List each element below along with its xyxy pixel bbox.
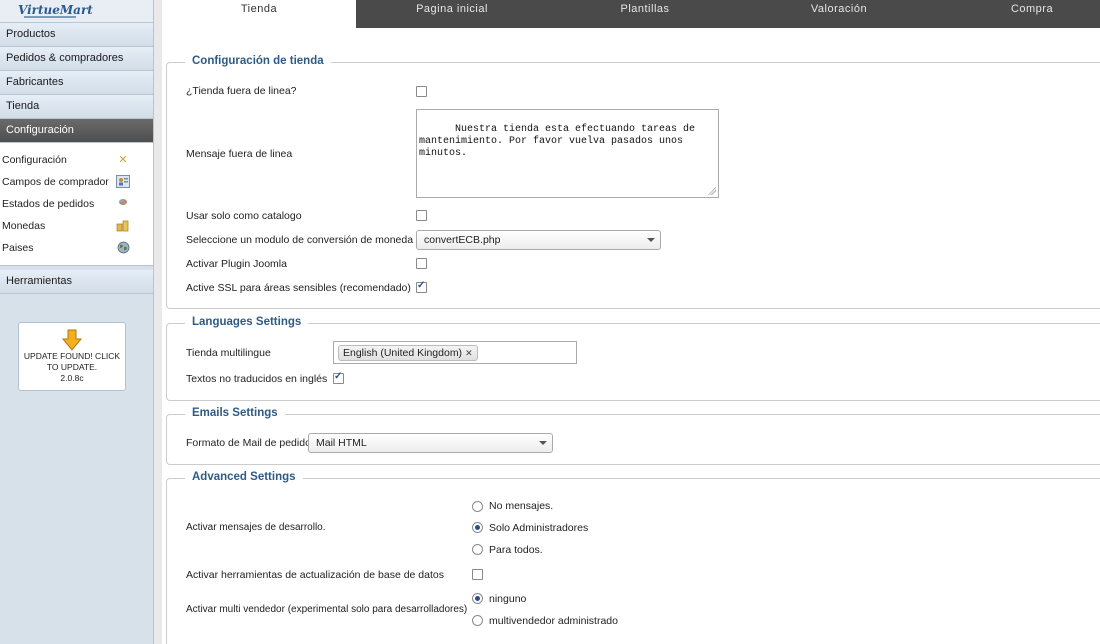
menu-item-herramientas[interactable]: Herramientas [0,270,153,294]
offline-message-label: Mensaje fuera de linea [186,148,293,160]
globe-icon [116,241,130,255]
coins-icon [116,219,130,233]
section-legend: Emails Settings [185,407,285,419]
menu-item-productos[interactable]: Productos [0,23,153,47]
db-tools-checkbox[interactable] [472,569,483,580]
shop-config-section: Configuración de tienda ¿Tienda fuera de… [166,55,1100,309]
menu-item-pedidos[interactable]: Pedidos & compradores [0,47,153,71]
multivendor-radio-0[interactable] [472,593,483,604]
section-legend: Advanced Settings [185,471,303,483]
logo-underline [24,16,76,18]
download-arrow-icon [62,329,82,351]
tab-valoracion[interactable]: Valoración [742,0,936,28]
submenu-label: Paises [2,242,34,254]
tab-bar: Tienda Pagina inicial Plantillas Valorac… [162,0,1100,28]
submenu-item-configuracion[interactable]: Configuración ✕ [0,149,153,171]
dev-option-radio-0[interactable] [472,501,483,512]
email-format-value: Mail HTML [316,437,367,449]
untranslated-checkbox[interactable] [333,371,344,384]
dev-messages-label: Activar mensajes de desarrollo. [186,522,326,533]
update-version: 2.0.8c [60,373,84,383]
tab-pagina-inicial[interactable]: Pagina inicial [356,0,548,28]
remove-tag-icon[interactable]: ✕ [465,348,473,358]
chevron-down-icon [539,441,547,445]
untranslated-label: Textos no traducidos en inglés [186,373,328,385]
catalog-label: Usar solo como catalogo [186,210,302,222]
submenu-label: Estados de pedidos [2,198,95,210]
tab-tienda[interactable]: Tienda [162,0,356,28]
multilingual-label: Tienda multilingue [186,347,271,359]
update-text-line1: UPDATE FOUND! CLICK [23,351,121,361]
section-legend: Languages Settings [185,316,309,328]
advanced-section: Advanced Settings Activar mensajes de de… [166,471,1100,644]
menu-item-configuracion[interactable]: Configuración [0,119,153,143]
multivendor-label: Activar multi vendedor (experimental sol… [186,604,468,615]
offline-checkbox[interactable] [416,86,427,97]
catalog-checkbox[interactable] [416,210,427,221]
submenu-label: Monedas [2,220,46,232]
submenu-item-monedas[interactable]: Monedas [0,215,153,237]
currency-module-label: Seleccione un modulo de conversión de mo… [186,234,414,246]
language-tag[interactable]: English (United Kingdom) ✕ [338,345,478,361]
multivendor-option-label-1: multivendedor administrado [489,615,618,627]
configuracion-submenu: Configuración ✕ Campos de comprador Esta… [0,143,153,266]
db-tools-label: Activar herramientas de actualización de… [186,569,444,581]
sidebar: VirtueMart Productos Pedidos & comprador… [0,0,154,644]
emails-section: Emails Settings Formato de Mail de pedid… [166,407,1100,465]
user-fields-icon [116,175,130,189]
currency-module-value: convertECB.php [424,234,501,246]
virtuemart-logo[interactable]: VirtueMart [18,3,93,17]
submenu-label: Campos de comprador [2,176,109,188]
multivendor-radio-1[interactable] [472,615,483,626]
joomla-plugin-checkbox[interactable] [416,258,427,269]
dev-option-label-0: No mensajes. [489,500,554,512]
update-text-line2: TO UPDATE. [46,362,98,372]
offline-message-text: Nuestra tienda esta efectuando tareas de… [419,124,696,159]
section-legend: Configuración de tienda [185,55,331,67]
update-notice-button[interactable]: UPDATE FOUND! CLICK TO UPDATE. 2.0.8c [18,322,126,391]
dev-option-label-1: Solo Administradores [489,522,589,534]
chevron-down-icon [647,238,655,242]
multivendor-option-label-0: ninguno [489,593,527,605]
submenu-item-paises[interactable]: Paises [0,237,153,259]
dev-option-radio-2[interactable] [472,544,483,555]
joomla-plugin-label: Activar Plugin Joomla [186,258,287,270]
currency-module-select[interactable]: convertECB.php [416,230,661,250]
submenu-label: Configuración [2,154,67,166]
tab-compra[interactable]: Compra [936,0,1100,28]
ssl-checkbox[interactable] [416,280,427,293]
offline-message-textarea[interactable]: Nuestra tienda esta efectuando tareas de… [416,109,719,198]
dev-option-label-2: Para todos. [489,544,543,556]
order-status-icon [116,197,130,211]
main-content: Configuración de tienda ¿Tienda fuera de… [162,28,1100,644]
tab-plantillas[interactable]: Plantillas [548,0,742,28]
menu-item-fabricantes[interactable]: Fabricantes [0,71,153,95]
language-tag-label: English (United Kingdom) [343,347,463,359]
tools-icon: ✕ [118,154,128,166]
email-format-label: Formato de Mail de pedido [186,437,311,449]
languages-section: Languages Settings Tienda multilingue En… [166,316,1100,401]
dev-option-radio-1[interactable] [472,522,483,533]
logo-area: VirtueMart [0,0,153,23]
email-format-select[interactable]: Mail HTML [308,433,553,453]
submenu-item-estados[interactable]: Estados de pedidos [0,193,153,215]
menu-item-tienda[interactable]: Tienda [0,95,153,119]
offline-label: ¿Tienda fuera de linea? [186,85,297,97]
submenu-item-campos[interactable]: Campos de comprador [0,171,153,193]
multilingual-select[interactable]: English (United Kingdom) ✕ [333,341,577,364]
resize-grip-icon[interactable] [708,187,716,195]
ssl-label: Active SSL para áreas sensibles (recomen… [186,282,411,294]
